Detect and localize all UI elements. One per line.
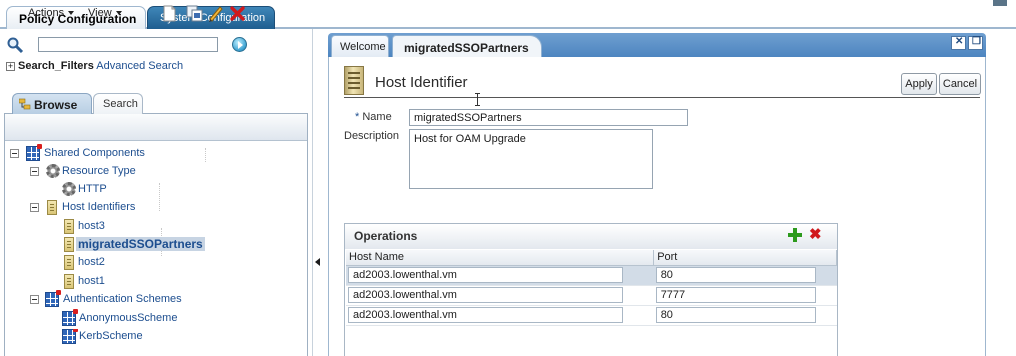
- tree-node-kerbscheme[interactable]: KerbScheme: [62, 329, 262, 356]
- tree-node-authentication-schemes[interactable]: Authentication Schemes: [30, 290, 300, 308]
- gear-icon: [46, 164, 60, 178]
- browse-icon: [18, 98, 31, 110]
- tree-node-host1[interactable]: host1: [64, 274, 264, 290]
- host-identifier-icon: [344, 66, 364, 95]
- collapse-icon[interactable]: [10, 149, 19, 158]
- host-icon: [64, 237, 74, 252]
- cancel-button[interactable]: Cancel: [939, 73, 981, 95]
- tree-node-label: HTTP: [78, 183, 107, 195]
- tree-node-label: Authentication Schemes: [63, 293, 182, 305]
- table-row[interactable]: ad2003.lowenthal.vm 80: [346, 305, 837, 326]
- required-marker: *: [355, 111, 360, 123]
- tree-node-shared-components[interactable]: Shared Components: [10, 144, 300, 162]
- restore-icon[interactable]: ❐: [968, 36, 983, 50]
- port-field[interactable]: 7777: [655, 287, 816, 303]
- name-field[interactable]: migratedSSOPartners: [409, 109, 688, 126]
- search-filters[interactable]: + Search_Filters Advanced Search: [6, 60, 183, 72]
- host-name-field[interactable]: ad2003.lowenthal.vm: [348, 287, 623, 303]
- go-icon[interactable]: [232, 37, 247, 52]
- tab-migratedssopartners[interactable]: migratedSSOPartners: [392, 35, 542, 57]
- chevron-down-icon: [68, 11, 75, 15]
- tab-browse[interactable]: Browse: [12, 93, 92, 114]
- browse-toolbar: [5, 114, 307, 141]
- tree-node-label: Shared Components: [44, 147, 145, 159]
- search-icon: [7, 37, 24, 54]
- tree-node-resource-type[interactable]: Resource Type: [30, 164, 300, 180]
- page-title: Host Identifier: [375, 74, 468, 91]
- port-field[interactable]: 80: [655, 267, 816, 283]
- description-field[interactable]: Host for OAM Upgrade: [409, 129, 653, 189]
- operations-header: [345, 224, 837, 249]
- port-field[interactable]: 80: [655, 307, 816, 323]
- host-icon: [64, 219, 74, 234]
- tree-node-label: Resource Type: [62, 165, 136, 177]
- table-header-row: Host Name Port: [346, 250, 837, 266]
- view-menu-label: View: [88, 7, 112, 19]
- host-icon: [64, 255, 74, 270]
- tab-browse-label: Browse: [34, 98, 78, 112]
- host-identifier-icon: [47, 200, 57, 215]
- collapse-icon[interactable]: [30, 203, 39, 212]
- authentication-schemes-icon: [45, 290, 61, 307]
- name-label: * Name: [355, 111, 392, 123]
- search-input[interactable]: [38, 37, 218, 52]
- collapse-icon[interactable]: [30, 295, 39, 304]
- scheme-icon: [62, 309, 78, 326]
- tab-policy-configuration[interactable]: Policy Configuration: [6, 6, 146, 29]
- delete-icon[interactable]: [229, 5, 246, 22]
- chevron-down-icon: [115, 11, 122, 15]
- tree-node-host3[interactable]: host3: [64, 219, 264, 235]
- column-header-port[interactable]: Port: [653, 250, 837, 266]
- host-name-field[interactable]: ad2003.lowenthal.vm: [348, 267, 623, 283]
- edit-icon[interactable]: [207, 5, 224, 22]
- add-icon[interactable]: [788, 228, 802, 242]
- tree-node-anonymousscheme[interactable]: AnonymousScheme: [62, 309, 262, 327]
- scheme-icon: [62, 329, 78, 344]
- panel-splitter[interactable]: [312, 29, 321, 356]
- collapse-panel-icon[interactable]: [315, 258, 320, 266]
- gear-icon: [62, 182, 76, 196]
- text-cursor-icon: [475, 93, 480, 106]
- shared-components-icon: [26, 144, 42, 161]
- operations-title: Operations: [354, 229, 418, 243]
- tree-node-label: Host Identifiers: [62, 201, 136, 213]
- host-name-field[interactable]: ad2003.lowenthal.vm: [348, 307, 623, 323]
- apply-button[interactable]: Apply: [901, 73, 937, 95]
- tree-node-http[interactable]: HTTP: [62, 182, 262, 198]
- operations-table: Host Name Port ad2003.lowenthal.vm 80 ad…: [346, 250, 837, 326]
- search-filters-label: Search_Filters: [18, 60, 94, 72]
- tree-node-label: migratedSSOPartners: [76, 237, 205, 251]
- title-divider: [344, 97, 980, 98]
- tree-node-migratedssopartners[interactable]: migratedSSOPartners: [64, 237, 264, 253]
- name-label-text: Name: [362, 111, 392, 123]
- maximize-icon[interactable]: ✕: [951, 36, 966, 50]
- tree-node-host-identifiers[interactable]: Host Identifiers: [30, 200, 300, 216]
- duplicate-icon[interactable]: [186, 5, 203, 22]
- tree-node-label: host1: [78, 275, 105, 287]
- new-icon[interactable]: [161, 5, 178, 22]
- collapse-icon[interactable]: [30, 167, 39, 176]
- host-icon: [64, 274, 74, 289]
- tree-node-label: KerbScheme: [79, 330, 143, 342]
- description-label: Description: [344, 130, 400, 142]
- tree-node-label: AnonymousScheme: [79, 312, 178, 324]
- tree-node-label: host3: [78, 220, 105, 232]
- table-row[interactable]: ad2003.lowenthal.vm 7777: [346, 285, 837, 306]
- advanced-search-link[interactable]: Advanced Search: [96, 60, 183, 72]
- tab-search[interactable]: Search: [93, 93, 143, 114]
- tree-node-host2[interactable]: host2: [64, 255, 264, 271]
- table-row[interactable]: ad2003.lowenthal.vm 80: [346, 265, 837, 286]
- view-menu[interactable]: View: [88, 7, 122, 19]
- column-header-host-name[interactable]: Host Name: [346, 250, 655, 266]
- expand-icon[interactable]: +: [6, 62, 15, 71]
- delete-icon[interactable]: ✖: [809, 227, 822, 242]
- actions-menu[interactable]: Actions: [28, 7, 75, 19]
- tab-welcome[interactable]: Welcome: [331, 35, 389, 57]
- window-control-icon[interactable]: [993, 0, 1007, 6]
- actions-menu-label: Actions: [28, 7, 65, 19]
- tree-node-label: host2: [78, 256, 105, 268]
